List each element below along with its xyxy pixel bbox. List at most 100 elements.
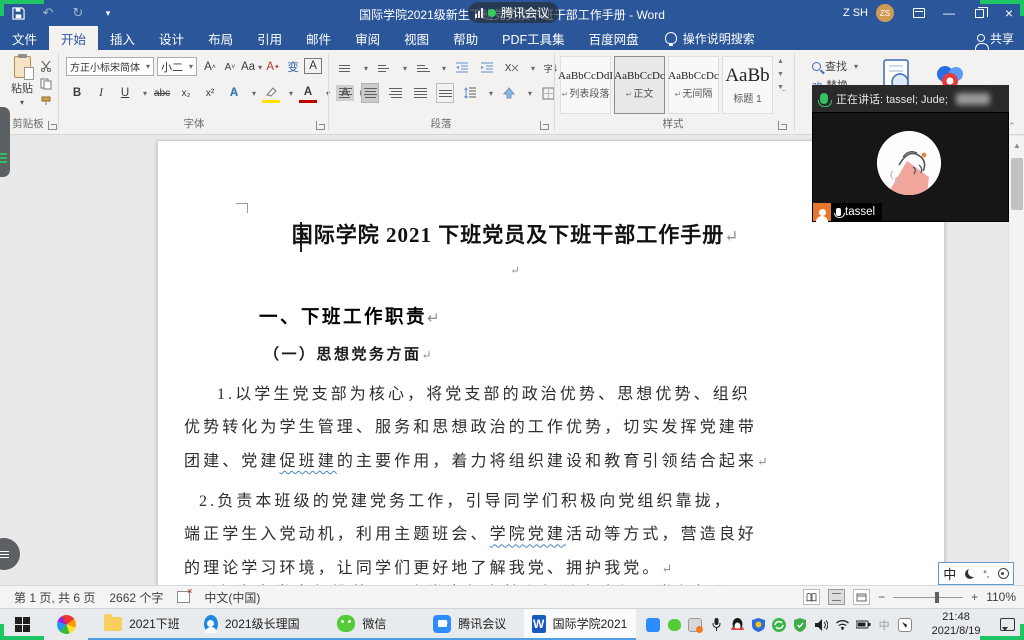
tab-layout[interactable]: 布局 [196, 26, 245, 50]
line-spacing-button[interactable] [461, 83, 479, 103]
account-avatar[interactable]: ZS [876, 4, 894, 22]
tray-screen-record-icon[interactable] [688, 617, 703, 632]
tab-home[interactable]: 开始 [49, 26, 98, 50]
restore-button[interactable] [964, 0, 994, 26]
zoom-slider-thumb[interactable] [935, 592, 939, 603]
copy-icon[interactable] [38, 76, 54, 91]
ribbon-display-options-icon[interactable] [904, 0, 934, 26]
tab-view[interactable]: 视图 [392, 26, 441, 50]
styles-dialog-launcher-icon[interactable] [778, 121, 787, 130]
read-mode-icon[interactable] [803, 589, 820, 605]
font-dialog-launcher-icon[interactable] [316, 121, 325, 130]
proofing-errors-icon[interactable] [177, 591, 190, 603]
bullets-button[interactable] [336, 58, 354, 78]
tab-baidu-netdisk[interactable]: 百度网盘 [577, 26, 651, 50]
tray-meeting-icon[interactable] [646, 617, 661, 632]
highlight-color-button[interactable] [262, 83, 280, 103]
format-painter-icon[interactable] [38, 94, 54, 109]
vertical-scrollbar[interactable]: ▲ [1008, 136, 1024, 585]
zoom-in-button[interactable]: + [971, 590, 978, 604]
meeting-docked-panel-handle[interactable] [0, 107, 10, 177]
tab-review[interactable]: 审阅 [343, 26, 392, 50]
zoom-out-button[interactable]: − [878, 590, 885, 604]
subscript-button[interactable]: x₂ [177, 83, 195, 103]
bold-button[interactable]: B [68, 83, 86, 103]
style-no-spacing[interactable]: AaBbCcDc ↵无间隔 [668, 56, 719, 114]
superscript-button[interactable]: x² [201, 83, 219, 103]
print-layout-icon[interactable] [828, 589, 845, 605]
ime-language-mode[interactable]: 中 [943, 564, 956, 583]
tray-touch-keyboard-icon[interactable] [898, 617, 913, 632]
tencent-meeting-overlay[interactable]: 正在讲话: tassel; Jude; tassel [812, 85, 1009, 222]
clear-formatting-button[interactable]: A✦ [264, 57, 282, 77]
tray-wechat-icon[interactable] [667, 617, 682, 632]
clipboard-dialog-launcher-icon[interactable] [48, 121, 57, 130]
taskbar-tencent-meeting-button[interactable]: 腾讯会议 [416, 609, 524, 640]
styles-gallery-expand-icon[interactable]: ▼̲ [777, 84, 784, 91]
word-count[interactable]: 2662 个字 [109, 589, 163, 606]
zoom-slider[interactable] [893, 597, 963, 598]
scrollbar-thumb[interactable] [1011, 158, 1023, 210]
styles-scroll-up-icon[interactable]: ▲ [777, 58, 784, 65]
tab-help[interactable]: 帮助 [441, 26, 490, 50]
tray-360-icon[interactable] [772, 617, 787, 632]
language-indicator[interactable]: 中文(中国) [204, 589, 260, 606]
tray-microphone-icon[interactable] [709, 617, 724, 632]
share-button[interactable]: 共享 [977, 26, 1014, 50]
tab-insert[interactable]: 插入 [98, 26, 147, 50]
account-name[interactable]: Z SH [843, 7, 868, 19]
tab-design[interactable]: 设计 [147, 26, 196, 50]
action-center-button[interactable] [991, 609, 1024, 640]
ime-settings-gear-icon[interactable] [998, 568, 1009, 579]
ime-punctuation-mode[interactable]: °, [983, 569, 989, 579]
paste-button[interactable]: 粘贴 ▾ [5, 56, 39, 120]
tencent-meeting-floating-pill[interactable]: 腾讯会议 [468, 2, 559, 23]
text-effects-button[interactable]: A [225, 83, 243, 103]
style-normal[interactable]: AaBbCcDc ↵正文 [614, 56, 665, 114]
tray-network-icon[interactable] [835, 617, 850, 632]
ime-fullwidth-moon-icon[interactable] [965, 569, 975, 579]
web-layout-icon[interactable] [853, 589, 870, 605]
tab-references[interactable]: 引用 [245, 26, 294, 50]
styles-scroll-down-icon[interactable]: ▼ [777, 71, 784, 78]
style-list-paragraph[interactable]: AaBbCcDdI ↵列表段落 [560, 56, 611, 114]
shading-button[interactable] [500, 83, 518, 103]
grow-font-button[interactable]: A˄ [201, 57, 219, 77]
underline-dropdown-icon[interactable]: ▾ [143, 89, 147, 98]
ime-toolbar[interactable]: 中 °, [938, 562, 1014, 585]
tray-ime-mode-icon[interactable]: 中 [877, 617, 892, 632]
find-button[interactable]: 查找 ▾ [812, 58, 858, 74]
minimize-button[interactable]: — [934, 0, 964, 26]
zoom-percent[interactable]: 110% [986, 590, 1016, 604]
strikethrough-button[interactable]: abc [153, 83, 171, 103]
multilevel-list-button[interactable] [414, 58, 432, 78]
participant-video-tile[interactable]: tassel [812, 112, 1009, 222]
tray-qq-icon[interactable] [730, 617, 745, 632]
decrease-indent-button[interactable] [453, 58, 471, 78]
tray-tencent-manager-icon[interactable] [751, 617, 766, 632]
numbering-button[interactable] [375, 58, 393, 78]
cut-icon[interactable] [38, 58, 54, 73]
taskbar-browser-button[interactable] [44, 609, 88, 640]
change-case-button[interactable]: Aa▾ [241, 57, 262, 77]
tab-pdf-tools[interactable]: PDF工具集 [490, 26, 577, 50]
align-left-button[interactable] [336, 83, 354, 103]
font-size-combobox[interactable]: 小二▾ [157, 57, 197, 76]
page-indicator[interactable]: 第 1 页, 共 6 页 [14, 589, 95, 606]
tray-volume-icon[interactable] [814, 617, 829, 632]
phonetic-guide-button[interactable]: 变 [284, 57, 302, 77]
shrink-font-button[interactable]: A˅ [221, 57, 239, 77]
taskbar-clock[interactable]: 21:48 2021/8/19 [921, 611, 992, 639]
character-border-button[interactable]: A [304, 58, 322, 74]
asian-layout-button[interactable]: X [503, 58, 521, 78]
start-button[interactable] [0, 609, 44, 640]
taskbar-wechat-button[interactable]: 微信 [308, 609, 416, 640]
tray-security-shield-icon[interactable] [793, 617, 808, 632]
taskbar-word-button[interactable]: W 国际学院2021级... [524, 609, 636, 640]
tell-me-search[interactable]: 操作说明搜索 [665, 26, 755, 50]
font-name-combobox[interactable]: 方正小标宋简体▾ [66, 57, 154, 76]
tray-battery-icon[interactable] [856, 617, 871, 632]
close-button[interactable]: × [994, 0, 1024, 26]
underline-button[interactable]: U [116, 83, 134, 103]
align-center-button[interactable] [361, 83, 379, 103]
